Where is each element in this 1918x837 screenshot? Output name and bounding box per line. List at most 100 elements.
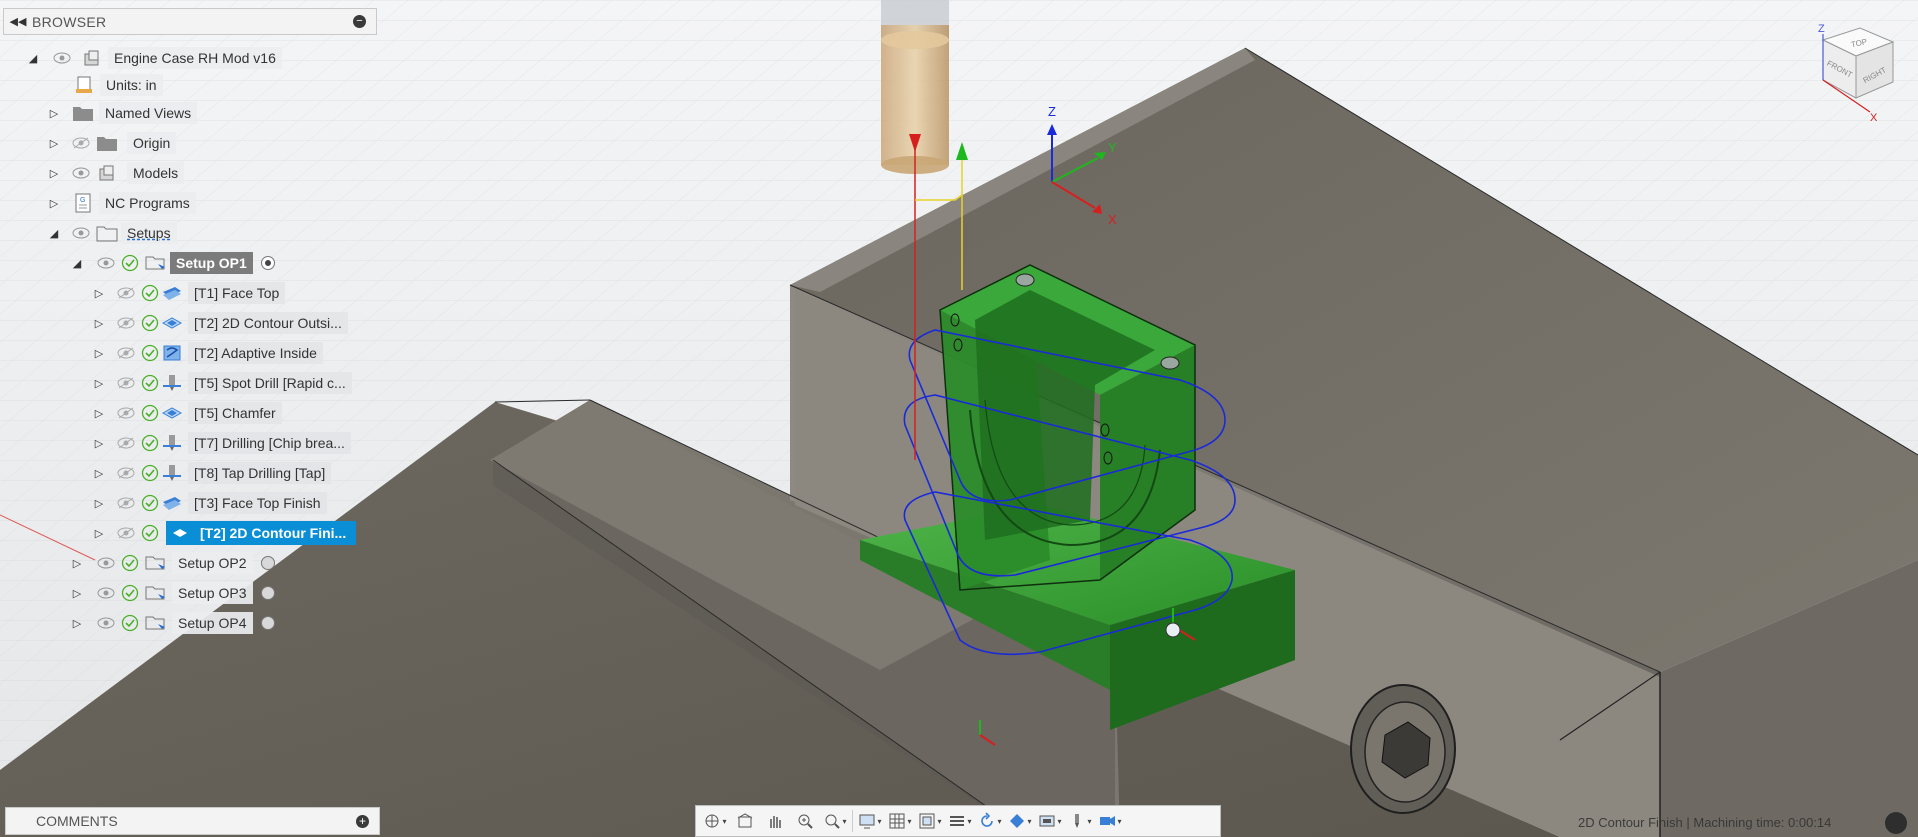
hidden-eye-icon[interactable] [116, 523, 136, 543]
hidden-eye-icon[interactable] [116, 313, 136, 333]
tree-row-origin[interactable]: ▷ Origin [47, 130, 177, 156]
component-icon [80, 47, 104, 69]
visibility-eye-icon[interactable] [96, 553, 116, 573]
minimize-browser-icon[interactable]: − [353, 15, 366, 28]
machining-status-text: 2D Contour Finish | Machining time: 0:00… [1578, 815, 1832, 830]
pan-icon[interactable] [760, 808, 790, 834]
expand-arrow-icon[interactable]: ▷ [47, 166, 61, 180]
material-icon[interactable]: ▾ [1005, 808, 1035, 834]
stock-icon[interactable]: ▾ [945, 808, 975, 834]
setup-radio[interactable] [260, 616, 275, 630]
camera-icon[interactable]: ▾ [1035, 808, 1065, 834]
collapse-arrow-icon[interactable]: ◢ [70, 256, 84, 270]
view-cube[interactable]: TOP FRONT RIGHT Z X [1808, 20, 1898, 130]
tool-icon[interactable]: ▾ [1065, 808, 1095, 834]
nc-program-icon: G [71, 192, 95, 214]
hidden-eye-icon[interactable] [116, 433, 136, 453]
expand-arrow-icon[interactable]: ▷ [92, 316, 106, 330]
units-doc-icon [72, 74, 96, 96]
comments-panel[interactable]: COMMENTS + [5, 807, 380, 835]
tree-label-setup-op2: Setup OP2 [172, 552, 253, 574]
part-hole [1015, 273, 1035, 287]
tree-row-operation[interactable]: ▷ [T2] 2D Contour Outsi... [92, 310, 348, 336]
expand-arrow-icon[interactable]: ▷ [92, 526, 106, 540]
add-comment-icon[interactable]: + [356, 815, 369, 828]
tree-row-models[interactable]: ▷ Models [47, 160, 185, 186]
visibility-eye-icon[interactable] [96, 253, 116, 273]
hidden-eye-icon[interactable] [116, 403, 136, 423]
zoom-window-icon[interactable]: ▾ [820, 808, 850, 834]
setups-folder-icon [95, 222, 119, 244]
navigation-mode-icon[interactable] [1885, 812, 1907, 834]
expand-arrow-icon[interactable]: ▷ [92, 346, 106, 360]
tree-row-nc-programs[interactable]: ▷ G NC Programs [47, 190, 196, 216]
visibility-eye-icon[interactable] [96, 613, 116, 633]
expand-arrow-icon[interactable]: ▷ [92, 496, 106, 510]
expand-arrow-icon[interactable]: ▷ [92, 466, 106, 480]
expand-arrow-icon[interactable]: ▷ [92, 376, 106, 390]
collapse-browser-icon[interactable]: ◀◀ [4, 15, 32, 28]
orbit-icon[interactable]: ▾ [700, 808, 730, 834]
tree-row-operation[interactable]: ▷ [T2] Adaptive Inside [92, 340, 323, 366]
valid-check-icon [140, 343, 160, 363]
expand-arrow-icon[interactable]: ▷ [92, 286, 106, 300]
active-setup-radio[interactable] [260, 256, 275, 270]
visibility-eye-icon[interactable] [71, 163, 91, 183]
tree-label-models: Models [127, 162, 185, 184]
valid-check-icon [140, 283, 160, 303]
zoom-icon[interactable] [790, 808, 820, 834]
tree-row-setups[interactable]: ◢ Setups [47, 220, 177, 246]
expand-arrow-icon[interactable]: ▷ [70, 586, 84, 600]
hidden-eye-icon[interactable] [116, 463, 136, 483]
tree-row-named-views[interactable]: ▷ Named Views [47, 100, 198, 126]
tree-row-operation-selected[interactable]: ▷ [T2] 2D Contour Fini... [92, 520, 357, 546]
viewports-icon[interactable]: ▾ [915, 808, 945, 834]
tree-row-operation[interactable]: ▷ [T5] Spot Drill [Rapid c... [92, 370, 352, 396]
visibility-eye-icon[interactable] [52, 48, 72, 68]
visibility-eye-icon[interactable] [71, 223, 91, 243]
hidden-eye-icon[interactable] [116, 493, 136, 513]
display-icon[interactable]: ▾ [855, 808, 885, 834]
tree-label-setup-op3: Setup OP3 [172, 582, 253, 604]
tree-label-setups: Setups [121, 222, 177, 244]
hidden-eye-icon[interactable] [116, 373, 136, 393]
simulate-icon[interactable]: ▾ [1095, 808, 1125, 834]
tree-row-operation[interactable]: ▷ [T8] Tap Drilling [Tap] [92, 460, 332, 486]
setup-radio[interactable] [260, 586, 275, 600]
expand-arrow-icon[interactable]: ◢ [26, 51, 40, 65]
tree-row-operation[interactable]: ▷ [T3] Face Top Finish [92, 490, 327, 516]
home-icon[interactable] [730, 808, 760, 834]
setup-radio[interactable] [260, 556, 275, 570]
tree-row-root[interactable]: ◢ Engine Case RH Mod v16 [26, 45, 282, 71]
canvas-viewport[interactable]: Z Y X [0, 0, 1918, 837]
valid-check-icon [120, 613, 140, 633]
tree-row-operation[interactable]: ▷ [T1] Face Top [92, 280, 286, 306]
tree-row-setup-op3[interactable]: ▷ Setup OP3 [70, 580, 275, 606]
hidden-eye-icon[interactable] [116, 283, 136, 303]
tree-label-operation: [T2] Adaptive Inside [188, 342, 323, 364]
visibility-eye-icon[interactable] [96, 583, 116, 603]
expand-arrow-icon[interactable]: ▷ [47, 196, 61, 210]
tree-row-units[interactable]: Units: in [72, 72, 163, 98]
grid-icon[interactable]: ▾ [885, 808, 915, 834]
tree-label-units: Units: in [100, 74, 163, 96]
tree-row-operation[interactable]: ▷ [T5] Chamfer [92, 400, 282, 426]
valid-check-icon [120, 253, 140, 273]
expand-arrow-icon[interactable]: ▷ [92, 436, 106, 450]
hidden-eye-icon[interactable] [116, 343, 136, 363]
expand-arrow-icon[interactable]: ▷ [70, 556, 84, 570]
expand-arrow-icon[interactable]: ▷ [47, 106, 61, 120]
refresh-icon[interactable]: ▾ [975, 808, 1005, 834]
tree-label-operation: [T2] 2D Contour Outsi... [188, 312, 348, 334]
tree-row-setup-op4[interactable]: ▷ Setup OP4 [70, 610, 275, 636]
expand-arrow-icon[interactable]: ▷ [70, 616, 84, 630]
expand-arrow-icon[interactable]: ▷ [92, 406, 106, 420]
collapse-arrow-icon[interactable]: ◢ [47, 226, 61, 240]
tree-row-setup-op1[interactable]: ◢ Setup OP1 [70, 250, 275, 276]
hidden-eye-icon[interactable] [71, 133, 91, 153]
tree-row-operation[interactable]: ▷ [T7] Drilling [Chip brea... [92, 430, 351, 456]
tree-row-setup-op2[interactable]: ▷ Setup OP2 [70, 550, 275, 576]
valid-check-icon [140, 313, 160, 333]
expand-arrow-icon[interactable]: ▷ [47, 136, 61, 150]
svg-text:G: G [80, 197, 85, 204]
